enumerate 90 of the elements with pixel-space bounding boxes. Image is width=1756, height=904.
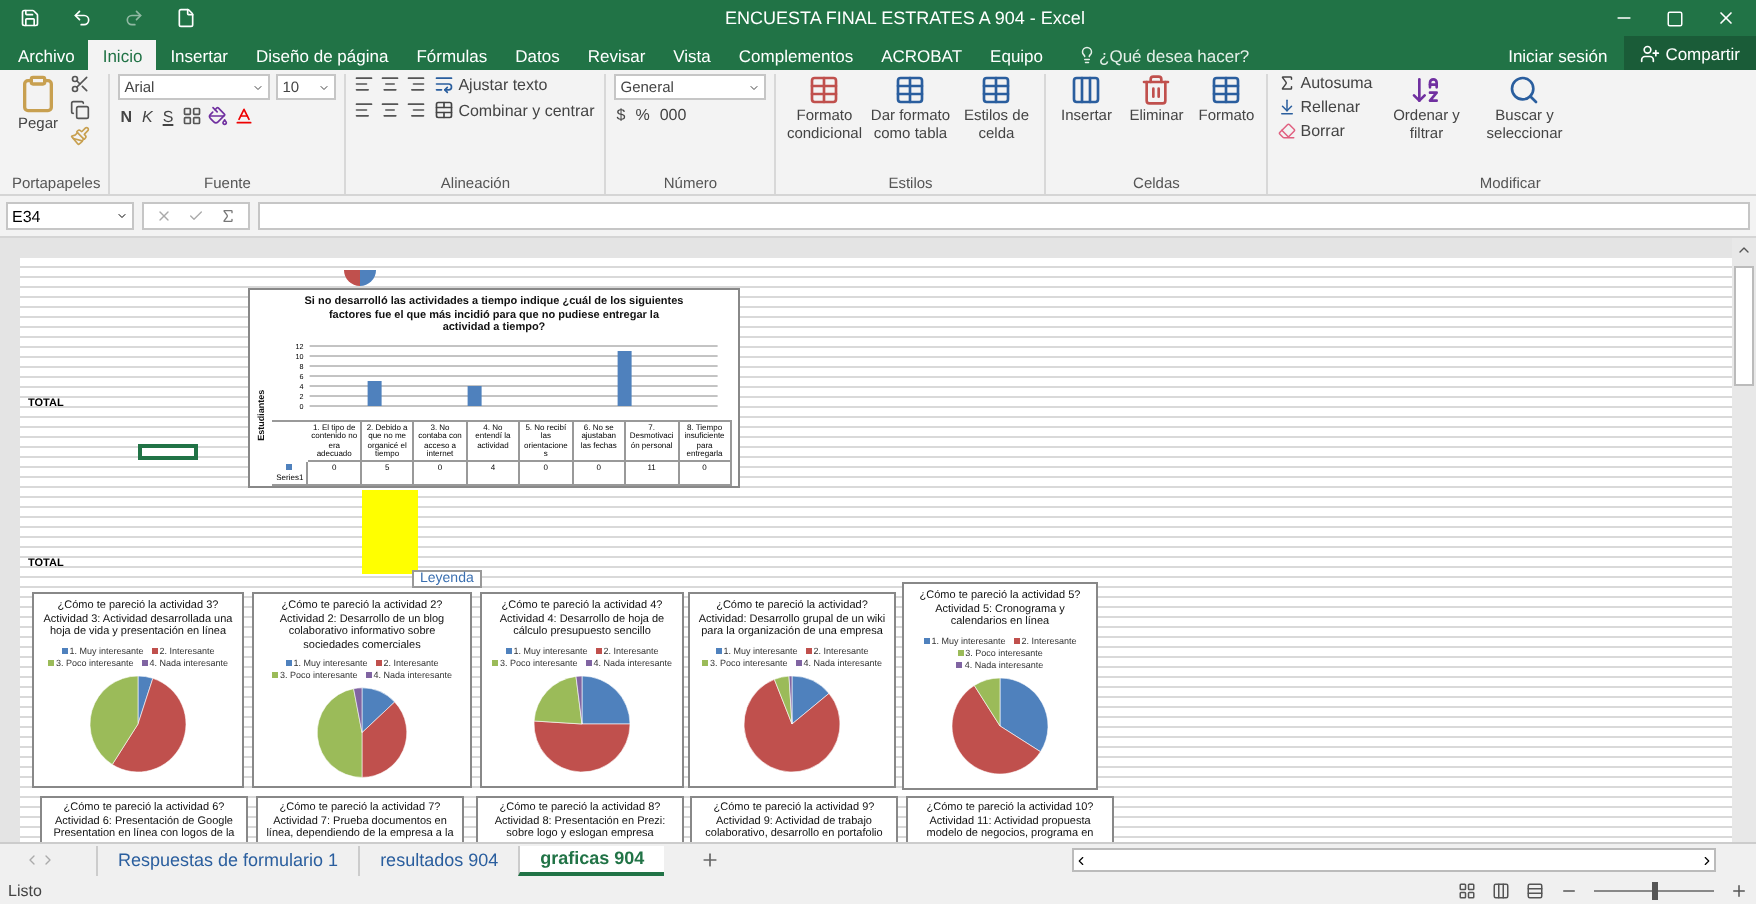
ribbon-tab[interactable]: Vista — [659, 40, 725, 70]
bar — [618, 350, 633, 406]
status-text: Listo — [8, 881, 42, 899]
sign-in-link[interactable]: Iniciar sesión — [1492, 40, 1624, 70]
cut-icon — [70, 74, 90, 94]
ribbon-tab[interactable]: Archivo — [4, 40, 89, 70]
horizontal-scrollbar[interactable] — [1072, 848, 1716, 872]
zoom-in-icon — [1730, 881, 1748, 899]
wrap-text-button[interactable]: Ajustar texto — [432, 74, 550, 94]
share-button[interactable]: Compartir — [1623, 36, 1756, 70]
table-icon — [808, 74, 841, 106]
merge-center-button[interactable]: Combinar y centrar — [432, 100, 597, 120]
ribbon-tab[interactable]: Revisar — [573, 40, 660, 70]
ribbon-tab[interactable]: Insertar — [156, 40, 243, 70]
scroll-up-icon — [1736, 242, 1752, 258]
wrap-text-icon — [434, 74, 455, 94]
lightbulb-icon — [1077, 46, 1096, 64]
maximize-icon — [1666, 9, 1684, 27]
format-painter-icon — [70, 126, 90, 146]
redo-icon — [124, 8, 144, 28]
trash-icon — [1140, 74, 1173, 106]
search-icon — [1508, 74, 1541, 106]
ribbon-tab[interactable]: Fórmulas — [402, 40, 502, 70]
scroll-right-icon — [1700, 853, 1714, 867]
selected-cell — [138, 444, 198, 460]
ribbon-tab[interactable]: Complementos — [724, 40, 868, 70]
copy-icon — [70, 100, 90, 120]
normal-view-icon — [1458, 881, 1476, 899]
sheet-tab[interactable]: graficas 904 — [518, 845, 665, 875]
clipboard-icon — [18, 74, 58, 114]
name-box[interactable]: E34 — [6, 202, 134, 230]
eraser-icon — [1278, 122, 1297, 140]
bar — [468, 385, 483, 406]
columns-icon — [1070, 74, 1103, 106]
thousands-button[interactable]: 000 — [657, 106, 689, 124]
caret-icon — [116, 210, 128, 222]
align-right-icon — [406, 100, 427, 120]
italic-button[interactable]: K — [139, 107, 155, 125]
undo-icon — [72, 8, 92, 28]
percent-button[interactable]: % — [633, 106, 652, 124]
function-icon — [220, 208, 236, 224]
highlighted-cells — [362, 490, 418, 574]
caret-icon — [748, 81, 761, 93]
align-bottom-icon — [406, 74, 427, 94]
worksheet-grid[interactable] — [0, 238, 1732, 842]
next-sheet-icon — [40, 852, 56, 868]
ribbon-tab[interactable]: Equipo — [976, 40, 1058, 70]
table-icon — [1210, 74, 1243, 106]
bar — [368, 380, 383, 406]
align-left-icon — [354, 100, 375, 120]
tell-me-field[interactable]: ¿Qué desea hacer? — [1057, 40, 1270, 70]
autosum-button[interactable]: Autosuma — [1276, 74, 1375, 92]
close-icon — [1716, 8, 1736, 28]
align-center-icon — [380, 100, 401, 120]
fill-button[interactable]: Rellenar — [1276, 98, 1375, 116]
align-top-icon — [354, 74, 375, 94]
currency-button[interactable]: $ — [614, 106, 628, 124]
page-break-icon — [1526, 881, 1544, 899]
window-title: ENCUESTA FINAL ESTRATES A 904 - Excel — [723, 8, 1087, 28]
ribbon-tab[interactable]: ACROBAT — [867, 40, 977, 70]
file-icon — [176, 8, 196, 28]
ribbon-tab[interactable]: Diseño de página — [242, 40, 403, 70]
bold-button[interactable]: N — [118, 107, 134, 125]
page-layout-icon — [1492, 881, 1510, 899]
cancel-icon — [156, 208, 172, 224]
formula-field[interactable] — [258, 202, 1750, 230]
person-add-icon — [1639, 43, 1660, 63]
previous-sheet-icon — [24, 852, 40, 868]
underline-button[interactable]: S — [160, 107, 176, 125]
plus-icon — [700, 850, 721, 870]
sigma-icon — [1278, 74, 1297, 92]
table-icon — [894, 74, 927, 106]
down-arrow-icon — [1278, 98, 1297, 116]
ribbon-tab[interactable]: Inicio — [88, 40, 157, 70]
save-icon — [20, 8, 40, 28]
zoom-slider-thumb[interactable] — [1652, 881, 1658, 899]
caret-icon — [252, 81, 265, 93]
clear-button[interactable]: Borrar — [1276, 122, 1375, 140]
fill-color-icon — [207, 106, 228, 126]
font-color-icon — [233, 106, 254, 126]
scrollbar-thumb[interactable] — [1734, 266, 1754, 386]
sort-icon — [1410, 74, 1443, 106]
enter-icon — [188, 208, 204, 224]
borders-icon — [181, 106, 202, 126]
align-middle-icon — [380, 74, 401, 94]
ribbon-tab[interactable]: Datos — [501, 40, 574, 70]
merge-cells-icon — [434, 100, 455, 120]
table-icon — [980, 74, 1013, 106]
caret-icon — [318, 81, 331, 93]
scroll-left-icon — [1074, 853, 1088, 867]
